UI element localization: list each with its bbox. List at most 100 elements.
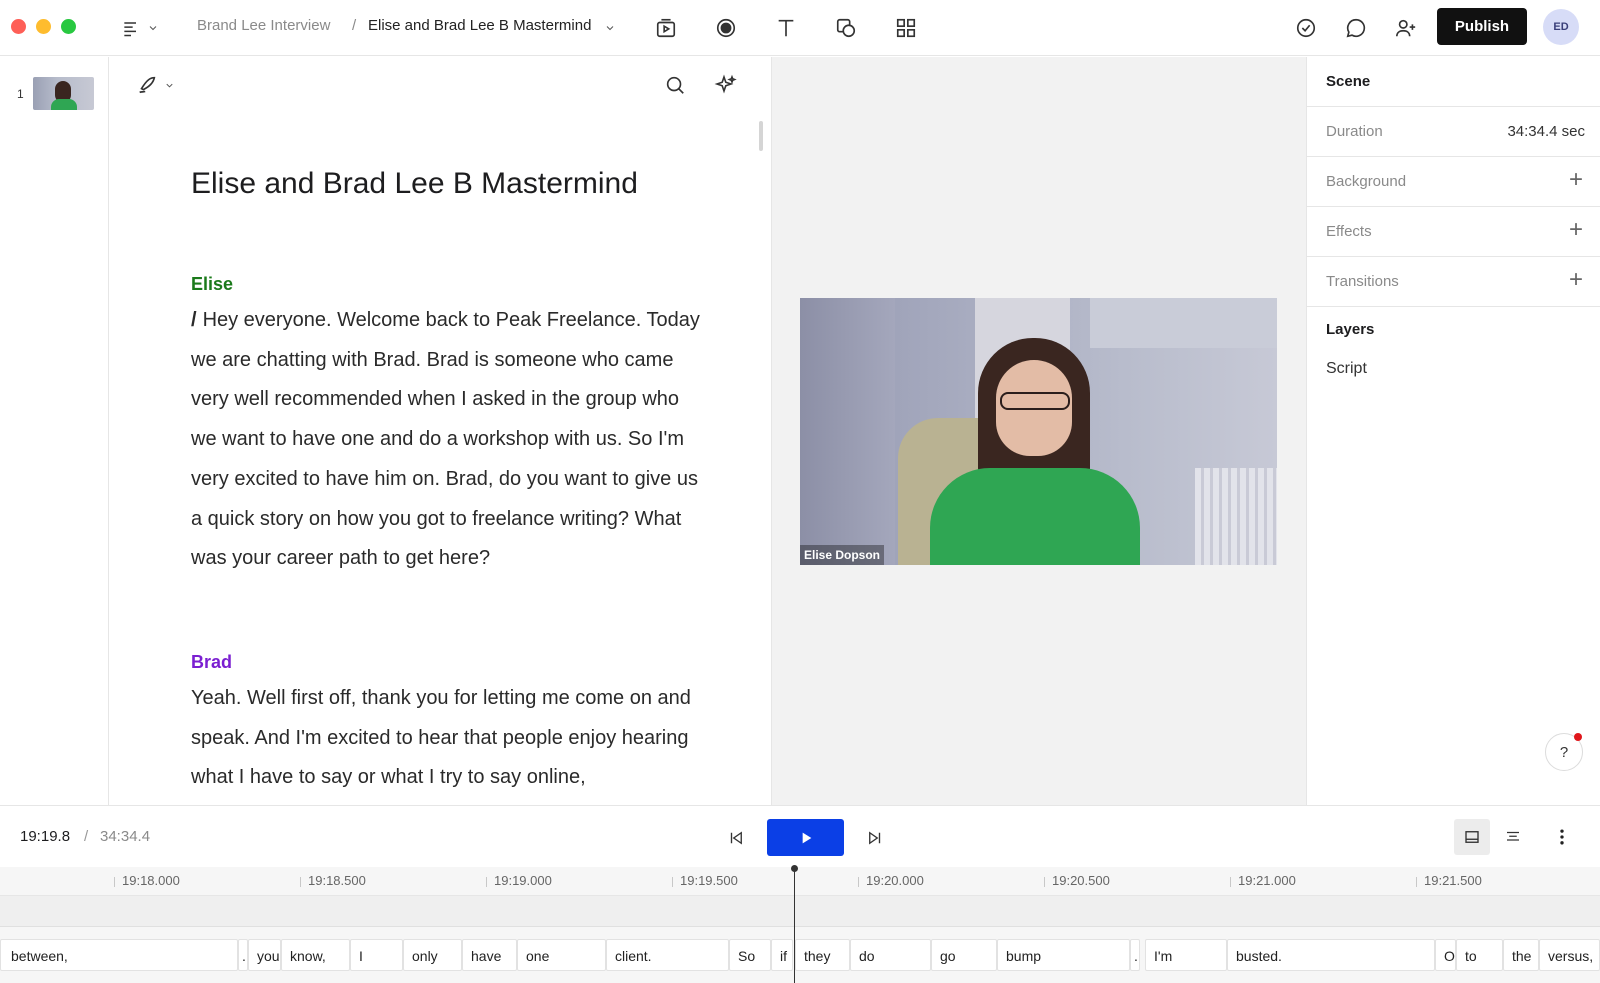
word-clip[interactable]: versus, — [1539, 939, 1600, 971]
text-tool-button[interactable] — [772, 14, 800, 42]
menu-lines-icon — [124, 22, 136, 37]
word-clip[interactable]: do — [850, 939, 931, 971]
editor-scrollbar[interactable] — [759, 121, 763, 151]
document-menu-button[interactable] — [602, 14, 618, 42]
word-clip[interactable]: you — [248, 939, 281, 971]
word-clip[interactable]: only — [403, 939, 462, 971]
breadcrumb-separator: / — [352, 17, 357, 34]
text-icon — [778, 19, 794, 37]
playhead-handle[interactable] — [791, 865, 798, 872]
layouts-button[interactable] — [892, 14, 920, 42]
more-vertical-icon — [1560, 829, 1564, 845]
checklist-button[interactable] — [1292, 14, 1320, 42]
script-paragraph-brad[interactable]: Yeah. Well first off, thank you for lett… — [191, 679, 701, 798]
more-options-button[interactable] — [1544, 819, 1580, 855]
word-clip[interactable]: I — [350, 939, 403, 971]
word-clip[interactable]: O — [1435, 939, 1456, 971]
add-transitions-plus-icon[interactable]: + — [1565, 268, 1587, 292]
chevron-down-icon — [149, 26, 157, 31]
video-frame[interactable]: Elise Dopson — [800, 298, 1277, 565]
background-row[interactable]: Background + — [1307, 157, 1600, 207]
add-effects-plus-icon[interactable]: + — [1565, 218, 1587, 242]
word-clip[interactable]: between, — [0, 939, 238, 971]
timeline[interactable]: 19:18.000 19:18.500 19:19.000 19:19.500 … — [0, 867, 1600, 983]
add-background-plus-icon[interactable]: + — [1565, 168, 1587, 192]
window-minimize-button[interactable] — [36, 19, 51, 34]
add-user-icon — [1396, 19, 1416, 37]
time-separator: / — [84, 828, 89, 845]
skip-forward-button[interactable] — [863, 826, 887, 850]
ai-actions-button[interactable] — [714, 74, 738, 98]
word-clip[interactable]: . — [1130, 939, 1140, 971]
word-clip[interactable]: to — [1456, 939, 1503, 971]
ruler-tick: 19:21.500 — [1416, 873, 1482, 888]
record-button[interactable] — [712, 14, 740, 42]
preview-canvas: Elise Dopson — [771, 57, 1306, 805]
script-paragraph-elise[interactable]: / Hey everyone. Welcome back to Peak Free… — [191, 301, 701, 579]
grid-icon — [896, 18, 916, 38]
word-clip[interactable]: the — [1503, 939, 1539, 971]
notification-dot — [1574, 733, 1582, 741]
duration-value[interactable]: 34:34.4 sec — [1507, 123, 1585, 140]
speaker-label-brad[interactable]: Brad — [191, 652, 232, 673]
project-menu-button[interactable] — [116, 14, 164, 42]
effects-row[interactable]: Effects + — [1307, 207, 1600, 257]
video-bg-board — [1090, 298, 1277, 348]
total-time: 34:34.4 — [100, 828, 151, 845]
align-lines-icon — [1507, 831, 1519, 841]
pen-icon — [139, 76, 156, 94]
word-clip[interactable]: I'm — [1145, 939, 1227, 971]
pen-tool-button[interactable] — [136, 74, 175, 96]
video-bg-radiator — [1195, 468, 1277, 565]
word-clip[interactable]: have — [462, 939, 517, 971]
shapes-icon — [836, 18, 856, 38]
word-clip[interactable]: they — [795, 939, 850, 971]
window-close-button[interactable] — [11, 19, 26, 34]
storyboard-view-button[interactable] — [1454, 819, 1490, 855]
timeline-ruler[interactable]: 19:18.000 19:18.500 19:19.000 19:19.500 … — [0, 867, 1600, 895]
scene-thumbnail[interactable] — [33, 77, 94, 110]
word-clip[interactable]: know, — [281, 939, 350, 971]
layer-item-script[interactable]: Script — [1326, 360, 1367, 378]
word-clip[interactable]: client. — [606, 939, 729, 971]
ruler-tick: 19:19.500 — [672, 873, 738, 888]
breadcrumb-project[interactable]: Brand Lee Interview — [197, 17, 330, 34]
word-clip[interactable]: go — [931, 939, 997, 971]
shapes-tool-button[interactable] — [832, 14, 860, 42]
ruler-tick: 19:20.500 — [1044, 873, 1110, 888]
word-clip[interactable]: . — [238, 939, 248, 971]
play-button[interactable] — [767, 819, 844, 856]
scene-marker: / — [191, 309, 197, 331]
ruler-tick: 19:19.000 — [486, 873, 552, 888]
skip-back-button[interactable] — [724, 826, 748, 850]
avatar[interactable]: ED — [1543, 9, 1579, 45]
word-clip[interactable]: busted. — [1227, 939, 1435, 971]
breadcrumb-document[interactable]: Elise and Brad Lee B Mastermind — [368, 17, 591, 34]
transitions-row[interactable]: Transitions + — [1307, 257, 1600, 307]
speaker-label-elise[interactable]: Elise — [191, 274, 233, 295]
timeline-view-button[interactable] — [1495, 819, 1531, 855]
script-title[interactable]: Elise and Brad Lee B Mastermind — [191, 167, 638, 201]
publish-button[interactable]: Publish — [1437, 8, 1527, 45]
word-track: between, . you know, I only have one cli… — [0, 939, 1600, 973]
playhead[interactable] — [794, 867, 795, 983]
scene-track[interactable] — [0, 895, 1600, 927]
chevron-down-icon — [166, 83, 173, 88]
layers-heading: Layers — [1326, 321, 1375, 338]
transitions-label: Transitions — [1326, 273, 1399, 290]
duration-label: Duration — [1326, 123, 1383, 140]
search-button[interactable] — [664, 74, 686, 96]
comments-button[interactable] — [1342, 14, 1370, 42]
word-clip[interactable]: if — [771, 939, 793, 971]
invite-button[interactable] — [1392, 14, 1420, 42]
word-clip[interactable]: So — [729, 939, 771, 971]
ruler-tick: 19:18.500 — [300, 873, 366, 888]
scene-heading: Scene — [1326, 73, 1371, 90]
window-zoom-button[interactable] — [61, 19, 76, 34]
paragraph-text: Hey everyone. Welcome back to Peak Freel… — [191, 309, 700, 570]
word-clip[interactable]: bump — [997, 939, 1130, 971]
word-clip[interactable]: one — [517, 939, 606, 971]
layout-panel-icon — [1465, 831, 1479, 843]
background-label: Background — [1326, 173, 1407, 190]
add-scene-button[interactable] — [652, 14, 680, 42]
